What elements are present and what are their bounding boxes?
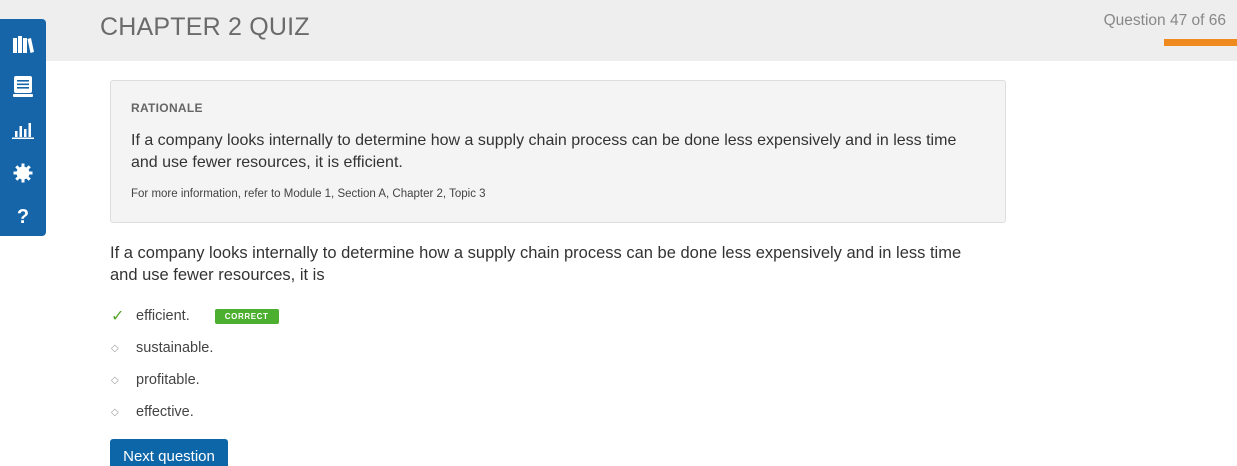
notebook-icon — [13, 76, 33, 98]
question-progress: Question 47 of 66 — [1087, 0, 1237, 61]
help-icon: ? — [16, 206, 30, 226]
progress-bar — [1164, 39, 1237, 46]
next-question-button[interactable]: Next question — [110, 439, 228, 466]
library-icon — [12, 36, 34, 54]
answer-option-efficient[interactable]: ✓ efficient. CORRECT — [110, 300, 710, 332]
rationale-panel: RATIONALE If a company looks internally … — [110, 80, 1006, 223]
answer-label: efficient. — [136, 308, 190, 324]
correct-badge: CORRECT — [214, 308, 279, 324]
rationale-text: If a company looks internally to determi… — [131, 132, 957, 171]
sidebar-item-settings[interactable] — [0, 153, 46, 193]
diamond-bullet-icon: ◇ — [111, 374, 119, 386]
question-text: If a company looks internally to determi… — [110, 244, 962, 284]
answer-label: sustainable. — [136, 340, 214, 356]
rationale-heading: RATIONALE — [131, 101, 203, 115]
checkmark-icon: ✓ — [111, 308, 125, 325]
sidebar-item-stats[interactable] — [0, 110, 46, 150]
answer-label: effective. — [136, 404, 194, 420]
answer-option-effective[interactable]: ◇ effective. — [110, 396, 710, 428]
sidebar-item-help[interactable]: ? — [0, 196, 46, 236]
header-bar: CHAPTER 2 QUIZ Question 47 of 66 — [0, 0, 1237, 61]
sidebar-item-notebook[interactable] — [0, 67, 46, 107]
gear-icon — [13, 163, 33, 183]
progress-text: Question 47 of 66 — [1103, 12, 1226, 29]
answer-list: ✓ efficient. CORRECT ◇ sustainable. ◇ pr… — [110, 300, 710, 428]
svg-text:?: ? — [17, 206, 29, 226]
bar-chart-icon — [12, 121, 34, 139]
sidebar: ? — [0, 19, 46, 236]
diamond-bullet-icon: ◇ — [111, 342, 119, 354]
diamond-bullet-icon: ◇ — [111, 406, 119, 418]
rationale-reference: For more information, refer to Module 1,… — [131, 188, 486, 200]
sidebar-item-library[interactable] — [0, 25, 46, 65]
answer-option-profitable[interactable]: ◇ profitable. — [110, 364, 710, 396]
answer-label: profitable. — [136, 372, 200, 388]
answer-option-sustainable[interactable]: ◇ sustainable. — [110, 332, 710, 364]
page-title: CHAPTER 2 QUIZ — [100, 13, 310, 41]
